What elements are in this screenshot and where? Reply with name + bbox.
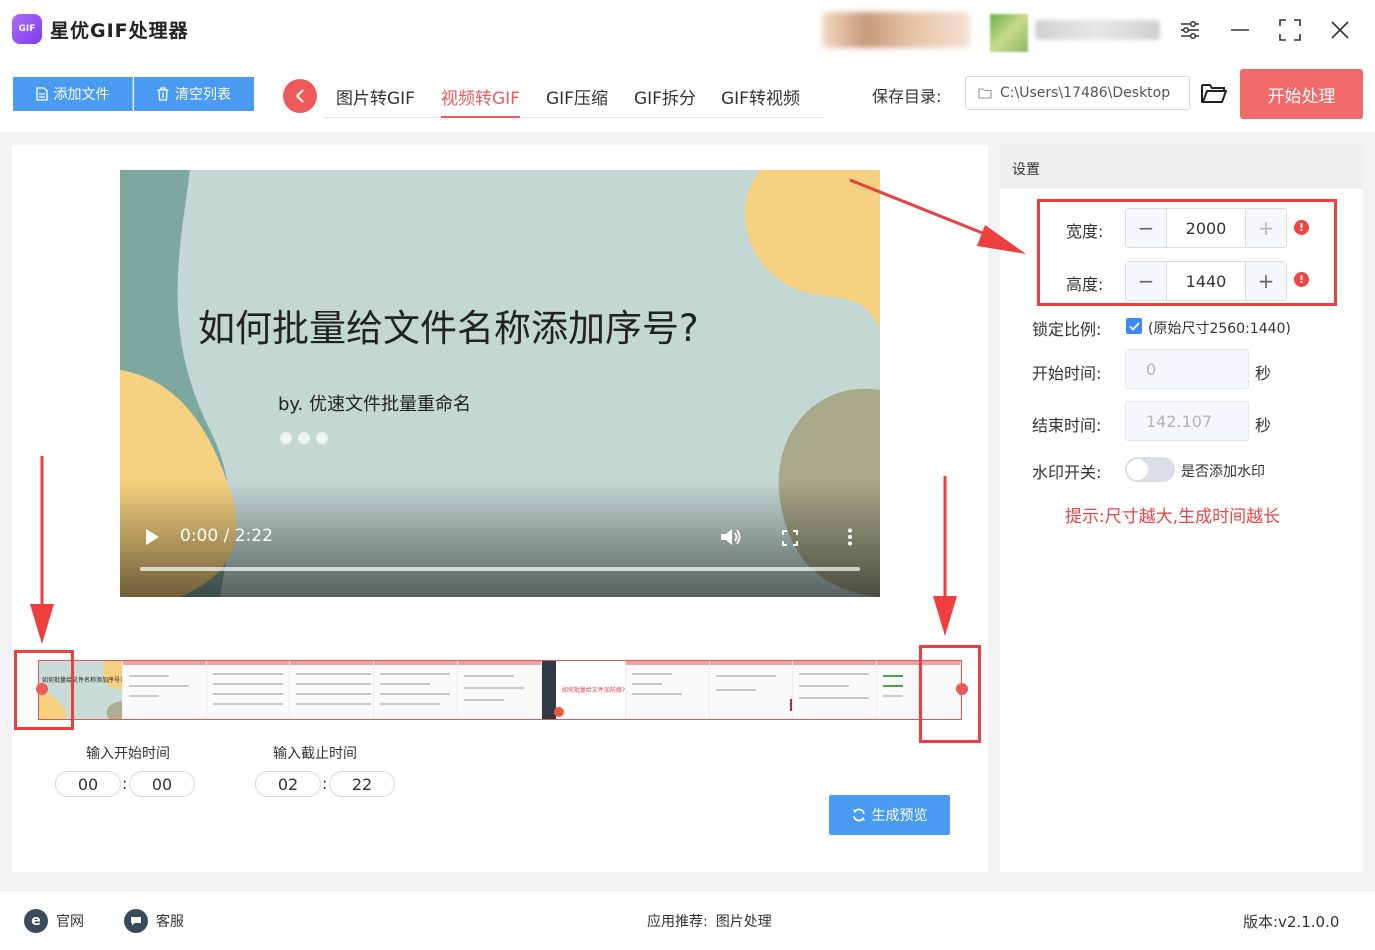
chat-icon xyxy=(124,909,148,933)
version-text: 版本:v2.1.0.0 xyxy=(1243,913,1340,931)
height-stepper[interactable]: − 1440 + xyxy=(1125,261,1287,301)
lock-ratio-desc: (原始尺寸2560:1440) xyxy=(1148,321,1291,337)
time-colon: : xyxy=(322,774,328,793)
end-time-setting-input: 142.107 xyxy=(1125,401,1249,441)
app-recommendation: 应用推荐: 图片处理 xyxy=(647,911,772,931)
watermark-desc: 是否添加水印 xyxy=(1181,464,1265,480)
start-time-setting-label: 开始时间: xyxy=(1032,364,1102,383)
footer: e 官网 客服 应用推荐: 图片处理 版本:v2.1.0.0 xyxy=(0,890,1375,950)
generate-preview-label: 生成预览 xyxy=(871,808,928,824)
refresh-icon xyxy=(852,808,865,822)
browser-icon: e xyxy=(24,909,48,933)
start-minute-input[interactable]: 00 xyxy=(55,771,121,797)
size-hint: 提示:尺寸越大,生成时间越长 xyxy=(1065,507,1281,527)
start-time-unit: 秒 xyxy=(1255,364,1272,383)
end-second-input[interactable]: 22 xyxy=(329,771,395,797)
watermark-label: 水印开关: xyxy=(1032,463,1102,482)
width-warning-icon: ! xyxy=(1294,220,1309,235)
end-minute-input[interactable]: 02 xyxy=(255,771,321,797)
height-value[interactable]: 1440 xyxy=(1166,262,1246,300)
recommend-app-link[interactable]: 图片处理 xyxy=(716,911,772,931)
start-time-label: 输入开始时间 xyxy=(86,746,170,762)
height-label: 高度: xyxy=(1066,275,1104,294)
recommend-label: 应用推荐: xyxy=(647,914,708,930)
width-label: 宽度: xyxy=(1066,222,1104,241)
height-warning-icon: ! xyxy=(1294,272,1309,287)
width-decrement-button[interactable]: − xyxy=(1126,209,1166,247)
width-increment-button[interactable]: + xyxy=(1246,209,1286,247)
width-stepper[interactable]: − 2000 + xyxy=(1125,208,1287,248)
start-time-setting-input: 0 xyxy=(1125,349,1249,389)
support-link[interactable]: 客服 xyxy=(124,909,184,933)
website-link[interactable]: e 官网 xyxy=(24,909,84,933)
lock-ratio-checkbox[interactable] xyxy=(1126,318,1142,334)
support-label: 客服 xyxy=(156,914,184,930)
time-colon: : xyxy=(122,774,128,793)
lock-ratio-label: 锁定比例: xyxy=(1032,320,1102,339)
start-second-input[interactable]: 00 xyxy=(129,771,195,797)
end-time-unit: 秒 xyxy=(1255,416,1272,435)
website-label: 官网 xyxy=(56,914,84,930)
watermark-toggle-knob xyxy=(1127,459,1148,480)
width-value[interactable]: 2000 xyxy=(1166,209,1246,247)
settings-header: 设置 xyxy=(1000,145,1363,189)
height-increment-button[interactable]: + xyxy=(1246,262,1286,300)
generate-preview-button[interactable]: 生成预览 xyxy=(829,795,950,835)
height-decrement-button[interactable]: − xyxy=(1126,262,1166,300)
end-time-setting-label: 结束时间: xyxy=(1032,416,1102,435)
end-time-label: 输入截止时间 xyxy=(273,746,357,762)
